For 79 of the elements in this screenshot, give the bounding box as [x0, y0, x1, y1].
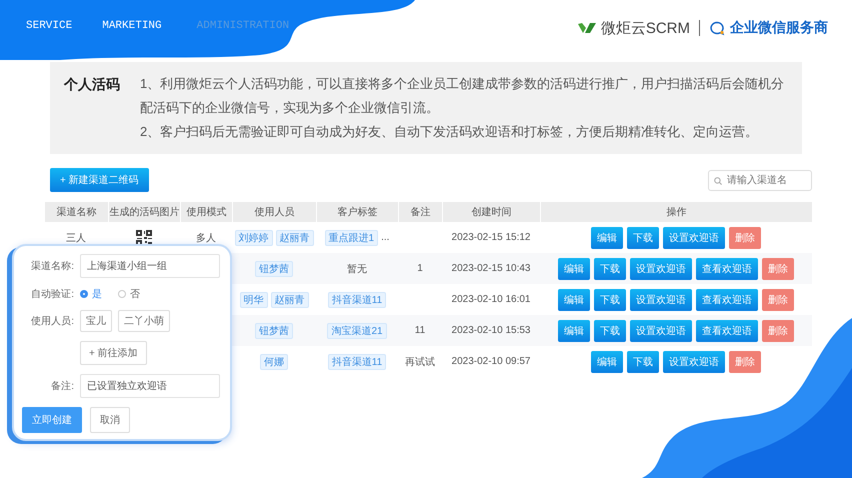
intro-title: 个人活码 — [64, 75, 120, 94]
action-button[interactable]: 删除 — [729, 226, 761, 248]
field-label: 备注: — [50, 380, 74, 393]
action-button[interactable]: 设置欢迎语 — [663, 226, 725, 248]
intro-text: 1、利用微炬云个人活码功能，可以直接将多个企业员工创建成带参数的活码进行推广，用户扫描活码后会随机分配活码下的企业微信号，实现为多个企业微信引流。 — [140, 75, 786, 117]
action-button[interactable]: 设置欢迎语 — [663, 350, 725, 372]
column-header: 客户标签 — [316, 202, 398, 222]
column-header: 生成的活码图片 — [108, 202, 180, 222]
action-button[interactable]: 设置欢迎语 — [630, 320, 692, 342]
action-button[interactable]: 编辑 — [558, 320, 590, 342]
form-button[interactable]: 立即创建 — [22, 407, 82, 433]
add-button[interactable]: + 前往添加 — [80, 341, 147, 365]
table-cell: 三人 — [66, 232, 86, 244]
table-cell: 2023-02-10 16:01 — [452, 294, 530, 305]
action-button[interactable]: 删除 — [762, 320, 794, 342]
tag-chip: 重点跟进1 — [324, 230, 378, 246]
action-button[interactable]: 查看欢迎语 — [696, 320, 758, 342]
action-button[interactable]: 删除 — [762, 288, 794, 310]
table-cell: 再试试 — [405, 356, 435, 368]
table-cell: 2023-02-15 15:12 — [452, 232, 530, 243]
chat-bubble-icon — [709, 20, 725, 36]
more-text: ... — [381, 232, 390, 243]
action-button[interactable]: 查看欢迎语 — [696, 288, 758, 310]
tag-chip: 刘婷婷 — [234, 230, 272, 246]
tag-chip: 赵丽青 — [270, 292, 308, 308]
action-button[interactable]: 设置欢迎语 — [630, 288, 692, 310]
input-field[interactable]: 已设置独立欢迎语 — [80, 374, 220, 398]
column-header: 使用模式 — [180, 202, 232, 222]
search-field[interactable]: 请输入渠道名 — [708, 170, 812, 190]
search-icon — [714, 176, 722, 184]
brand-tagline: 企业微信服务商 — [730, 19, 828, 37]
form-button[interactable]: 取消 — [90, 407, 130, 433]
action-button[interactable]: 编辑 — [558, 258, 590, 280]
action-button[interactable]: 下载 — [627, 350, 659, 372]
action-button[interactable]: 设置欢迎语 — [630, 258, 692, 280]
tag-chip: 明华 — [240, 292, 268, 308]
column-header: 操作 — [540, 202, 812, 222]
tag-chip: 钮梦茜 — [255, 322, 293, 338]
person-tag: 二丫小萌 — [118, 310, 170, 332]
table-cell: 2023-02-10 15:53 — [452, 325, 530, 336]
logo-icon — [578, 22, 596, 34]
table-cell: 11 — [414, 325, 426, 336]
action-button[interactable]: 下载 — [594, 320, 626, 342]
action-button[interactable]: 删除 — [729, 350, 761, 372]
input-field[interactable]: 上海渠道小组一组 — [80, 254, 220, 278]
tag-chip: 抖音渠道11 — [328, 292, 386, 308]
action-button[interactable]: 编辑 — [558, 288, 590, 310]
tag-chip: 淘宝渠道21 — [327, 322, 387, 338]
column-header: 创建时间 — [442, 202, 540, 222]
action-button[interactable]: 编辑 — [591, 350, 623, 372]
nav-link[interactable]: MARKETING — [102, 20, 162, 32]
table-cell-text: 暂无 — [347, 262, 367, 276]
action-button[interactable]: 下载 — [627, 226, 659, 248]
tag-chip: 钮梦茜 — [255, 260, 293, 276]
tag-chip: 赵丽青 — [276, 230, 314, 246]
action-button[interactable]: 编辑 — [591, 226, 623, 248]
field-label: 自动验证: — [30, 288, 74, 301]
radio-option[interactable]: 是 — [80, 287, 102, 301]
action-button[interactable]: 查看欢迎语 — [696, 258, 758, 280]
field-label: 使用人员: — [30, 315, 74, 328]
brand-name: 微炬云SCRM — [600, 18, 690, 38]
tag-chip: 抖音渠道11 — [328, 354, 386, 370]
table-cell: 2023-02-15 10:43 — [452, 263, 530, 274]
field-label: 渠道名称: — [30, 260, 74, 273]
tag-chip: 何娜 — [260, 354, 288, 370]
action-button[interactable]: 下载 — [594, 288, 626, 310]
new-qr-button[interactable]: + 新建渠道二维码 — [50, 168, 149, 192]
intro-text: 2、客户扫码后无需验证即可自动成为好友、自动下发活码欢迎语和打标签，方便后期精准转化、定向运营。 — [140, 123, 760, 141]
table-cell: 多人 — [196, 232, 216, 244]
column-header: 备注 — [398, 202, 442, 222]
person-tag: 宝儿 — [80, 310, 112, 332]
column-header: 使用人员 — [232, 202, 316, 222]
table-cell: 2023-02-10 09:57 — [452, 356, 530, 367]
nav-link[interactable]: SERVICE — [26, 20, 72, 32]
column-header: 渠道名称 — [44, 202, 108, 222]
table-cell: 1 — [417, 263, 423, 274]
radio-option[interactable]: 否 — [118, 287, 140, 301]
action-button[interactable]: 删除 — [762, 258, 794, 280]
action-button[interactable]: 下载 — [594, 258, 626, 280]
